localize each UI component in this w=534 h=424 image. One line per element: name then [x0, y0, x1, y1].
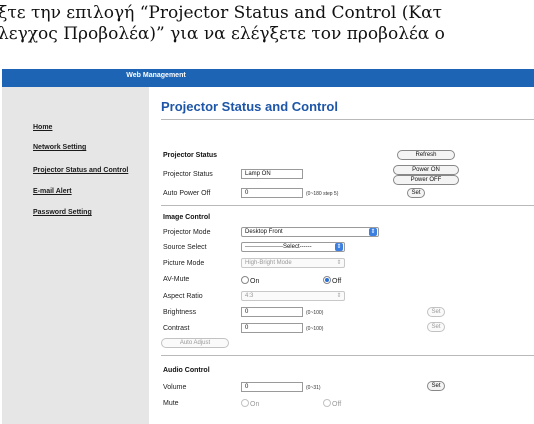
sidebar-item-home[interactable]: Home: [33, 124, 52, 131]
chevron-updown-icon: ⇕: [336, 260, 342, 266]
picture-mode-select[interactable]: High-Bright Mode ⇕: [241, 258, 345, 268]
section-image-control: Image Control: [163, 214, 211, 221]
av-mute-off-radio[interactable]: Off: [323, 276, 341, 285]
av-mute-label: AV-Mute: [163, 276, 190, 283]
refresh-button[interactable]: Refresh: [397, 150, 455, 160]
auto-adjust-button[interactable]: Auto Adjust: [161, 338, 229, 348]
mute-off-label: Off: [332, 401, 342, 408]
instruction-text: ξτε την επιλογή “Projector Status and Co…: [0, 0, 534, 60]
contrast-hint: (0~100): [306, 326, 324, 332]
section-divider: [161, 355, 534, 356]
volume-input[interactable]: 0: [241, 382, 303, 392]
instruction-line-2: λεγχος Προβολέα)” για να ελέγξετε τον πρ…: [0, 24, 445, 44]
brightness-input[interactable]: 0: [241, 307, 303, 317]
title-divider: [161, 119, 534, 120]
contrast-label: Contrast: [163, 325, 190, 332]
projector-status-label: Projector Status: [163, 171, 213, 178]
projector-mode-value: Desktop Front: [245, 229, 283, 235]
source-select-dropdown[interactable]: -------------------Select------ ⇕: [241, 242, 345, 252]
sidebar-item-projector-status-and-control[interactable]: Projector Status and Control: [33, 167, 128, 174]
auto-power-off-label: Auto Power Off: [163, 190, 211, 197]
power-off-button[interactable]: Power OFF: [393, 175, 459, 185]
radio-button-icon: [241, 399, 249, 407]
brightness-label: Brightness: [163, 309, 197, 316]
contrast-set-button[interactable]: Set: [427, 322, 445, 332]
section-divider: [161, 205, 534, 206]
radio-button-icon: [241, 276, 249, 284]
brightness-set-button[interactable]: Set: [427, 307, 445, 317]
radio-button-selected-icon: [323, 276, 331, 284]
instruction-line-1: ξτε την επιλογή “Projector Status and Co…: [0, 3, 442, 23]
header-bar: Web Management: [2, 69, 534, 87]
chevron-updown-icon: ⇕: [369, 228, 377, 236]
volume-set-button[interactable]: Set: [427, 381, 445, 391]
av-mute-on-radio[interactable]: On: [241, 276, 259, 285]
sidebar-item-email-alert[interactable]: E-mail Alert: [33, 188, 72, 195]
volume-hint: (0~31): [306, 385, 321, 391]
mute-off-radio[interactable]: Off: [323, 399, 341, 408]
section-projector-status: Projector Status: [163, 152, 218, 159]
page-title: Projector Status and Control: [161, 99, 338, 114]
picture-mode-value: High-Bright Mode: [245, 260, 292, 266]
source-select-label: Source Select: [163, 244, 207, 251]
sidebar-item-password-setting[interactable]: Password Setting: [33, 209, 92, 216]
projector-mode-label: Projector Mode: [163, 229, 211, 236]
section-audio-control: Audio Control: [163, 367, 210, 374]
projector-status-field: Lamp ON: [241, 169, 303, 179]
power-on-button[interactable]: Power ON: [393, 165, 459, 175]
aspect-ratio-label: Aspect Ratio: [163, 293, 203, 300]
mute-on-label: On: [250, 401, 260, 408]
volume-label: Volume: [163, 384, 187, 391]
av-mute-off-label: Off: [332, 278, 342, 285]
picture-mode-label: Picture Mode: [163, 260, 205, 267]
auto-power-off-hint: (0~180 step 5): [306, 191, 339, 197]
contrast-input[interactable]: 0: [241, 323, 303, 333]
aspect-ratio-select[interactable]: 4:3 ⇕: [241, 291, 345, 301]
main-panel: Projector Status and Control Projector S…: [149, 87, 534, 424]
auto-power-off-set-button[interactable]: Set: [407, 188, 425, 198]
chevron-updown-icon: ⇕: [335, 243, 343, 251]
header-title: Web Management: [126, 72, 186, 79]
chevron-updown-icon: ⇕: [336, 293, 342, 299]
projector-mode-select[interactable]: Desktop Front ⇕: [241, 227, 379, 237]
sidebar: Home Network Setting Projector Status an…: [2, 87, 149, 424]
aspect-ratio-value: 4:3: [245, 293, 254, 299]
radio-button-icon: [323, 399, 331, 407]
sidebar-item-network-setting[interactable]: Network Setting: [33, 144, 86, 151]
av-mute-on-label: On: [250, 278, 260, 285]
brightness-hint: (0~100): [306, 310, 324, 316]
mute-on-radio[interactable]: On: [241, 399, 259, 408]
mute-label: Mute: [163, 400, 179, 407]
source-select-value: -------------------Select------: [245, 244, 312, 250]
auto-power-off-input[interactable]: 0: [241, 188, 303, 198]
